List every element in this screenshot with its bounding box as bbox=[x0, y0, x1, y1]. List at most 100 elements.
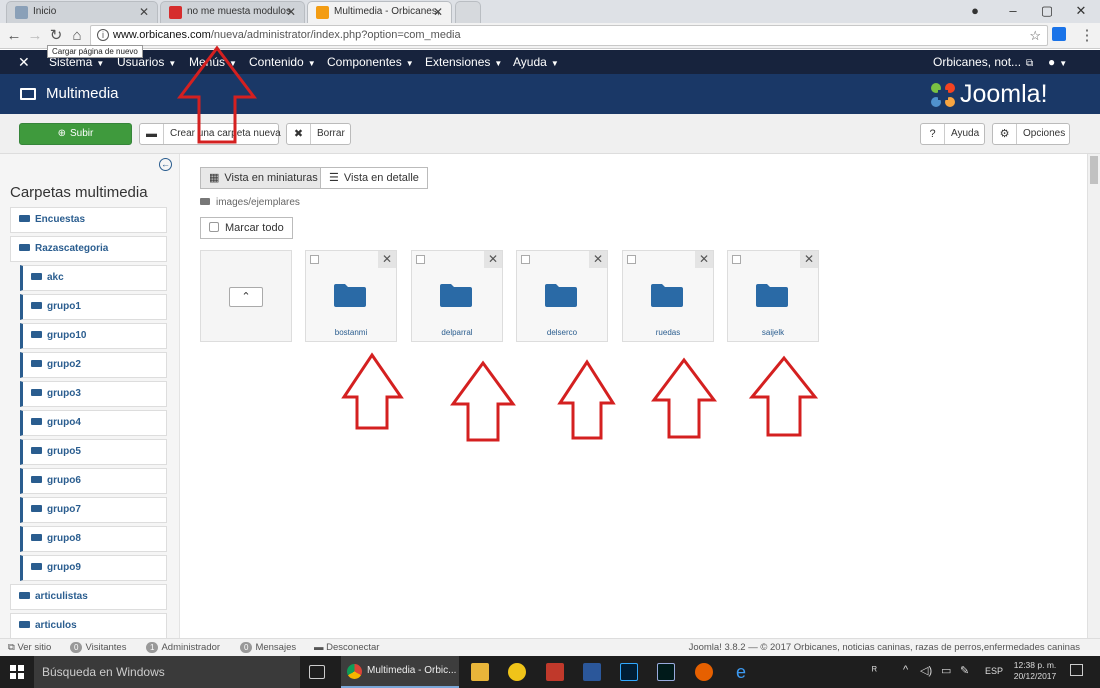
reload-icon[interactable]: ↻ bbox=[47, 26, 65, 46]
upload-button[interactable]: ⊕ Subir bbox=[19, 123, 132, 145]
folder-name[interactable]: ruedas bbox=[623, 328, 713, 337]
taskbar-chrome-app[interactable]: Multimedia - Orbic... bbox=[341, 656, 459, 688]
edge-icon[interactable]: e bbox=[732, 663, 750, 681]
delete-icon[interactable]: ✕ bbox=[484, 251, 502, 268]
folder-name[interactable]: saijelk bbox=[728, 328, 818, 337]
chevron-up-icon[interactable]: ^ bbox=[903, 664, 908, 676]
network-icon[interactable]: ▭ bbox=[941, 664, 951, 677]
sidebar-item-grupo7[interactable]: grupo7 bbox=[20, 497, 167, 523]
select-checkbox[interactable] bbox=[310, 255, 319, 264]
messages-status[interactable]: 0 Mensajes bbox=[240, 639, 296, 656]
collapse-sidebar-icon[interactable]: ← bbox=[159, 158, 172, 171]
window-close-icon[interactable]: ✕ bbox=[1066, 0, 1096, 22]
menu-ayuda[interactable]: Ayuda ▼ bbox=[513, 50, 559, 76]
sidebar-item-grupo2[interactable]: grupo2 bbox=[20, 352, 167, 378]
chevron-up-icon[interactable]: ⌃ bbox=[229, 287, 263, 307]
sidebar-item-grupo3[interactable]: grupo3 bbox=[20, 381, 167, 407]
clock[interactable]: 12:38 p. m. 20/12/2017 bbox=[1010, 660, 1060, 682]
tab-thumbnails-view[interactable]: ▦ Vista en miniaturas bbox=[200, 167, 327, 189]
notifications-icon[interactable] bbox=[1070, 664, 1083, 676]
sidebar-item-grupo1[interactable]: grupo1 bbox=[20, 294, 167, 320]
site-link[interactable]: Orbicanes, not... ⧉ bbox=[933, 50, 1033, 76]
options-button[interactable]: ⚙ Opciones bbox=[992, 123, 1070, 145]
browser-tab-inicio[interactable]: Inicio ✕ bbox=[6, 1, 158, 23]
task-view-icon[interactable] bbox=[309, 665, 325, 679]
menu-contenido[interactable]: Contenido ▼ bbox=[249, 50, 316, 76]
sidebar-item-grupo8[interactable]: grupo8 bbox=[20, 526, 167, 552]
sidebar-item-articulos[interactable]: articulos bbox=[10, 613, 167, 638]
folder-tile-delparral[interactable]: ✕ delparral bbox=[411, 250, 503, 342]
select-checkbox[interactable] bbox=[416, 255, 425, 264]
app-icon[interactable] bbox=[546, 663, 564, 681]
photoshop-icon[interactable] bbox=[620, 663, 638, 681]
select-checkbox[interactable] bbox=[521, 255, 530, 264]
sidebar-item-akc[interactable]: akc bbox=[20, 265, 167, 291]
sidebar-item-grupo9[interactable]: grupo9 bbox=[20, 555, 167, 581]
back-icon[interactable]: ← bbox=[5, 26, 23, 46]
close-icon[interactable]: ✕ bbox=[286, 2, 296, 22]
maximize-icon[interactable]: ▢ bbox=[1032, 0, 1062, 22]
info-icon[interactable]: i bbox=[97, 29, 109, 41]
lightroom-icon[interactable] bbox=[657, 663, 675, 681]
menu-icon[interactable]: ⋮ bbox=[1078, 26, 1096, 46]
minimize-icon[interactable]: – bbox=[998, 0, 1028, 22]
browser-tab-multimedia[interactable]: Multimedia - Orbicanes, ✕ bbox=[307, 1, 452, 23]
browser-tab-forum[interactable]: no me muesta modulos ✕ bbox=[160, 1, 305, 23]
sidebar-item-grupo6[interactable]: grupo6 bbox=[20, 468, 167, 494]
volume-icon[interactable]: ◁) bbox=[920, 664, 932, 677]
language-indicator[interactable]: ESP bbox=[985, 666, 1003, 676]
folder-name[interactable]: delserco bbox=[517, 328, 607, 337]
home-icon[interactable]: ⌂ bbox=[68, 26, 86, 46]
create-folder-button[interactable]: ▬ Crear una carpeta nueva bbox=[139, 123, 281, 145]
app-icon[interactable] bbox=[508, 663, 526, 681]
tab-detail-view[interactable]: ☰ Vista en detalle bbox=[320, 167, 428, 189]
user-menu[interactable]: ● ▼ bbox=[1048, 50, 1067, 76]
delete-button[interactable]: ✖ Borrar bbox=[286, 123, 351, 145]
logout-link[interactable]: ▬ Desconectar bbox=[314, 639, 379, 656]
delete-icon[interactable]: ✕ bbox=[800, 251, 818, 268]
pen-icon[interactable]: ✎ bbox=[960, 664, 969, 677]
menu-extensiones[interactable]: Extensiones ▼ bbox=[425, 50, 502, 76]
folder-tile-ruedas[interactable]: ✕ ruedas bbox=[622, 250, 714, 342]
scrollbar-thumb[interactable] bbox=[1090, 156, 1098, 184]
view-site-link[interactable]: ⧉ Ver sitio bbox=[8, 639, 51, 656]
firefox-icon[interactable] bbox=[695, 663, 713, 681]
people-icon[interactable]: ᴿ bbox=[872, 665, 877, 677]
url-input[interactable]: i www.orbicanes.com/nueva/administrator/… bbox=[90, 25, 1048, 46]
sidebar-item-grupo10[interactable]: grupo10 bbox=[20, 323, 167, 349]
delete-icon[interactable]: ✕ bbox=[378, 251, 396, 268]
delete-icon[interactable]: ✕ bbox=[695, 251, 713, 268]
admins-status[interactable]: 1 Administrador bbox=[146, 639, 220, 656]
menu-menus[interactable]: Menús ▼ bbox=[189, 50, 237, 76]
folder-tile-bostanmi[interactable]: ✕ bostanmi bbox=[305, 250, 397, 342]
folder-tile-saijelk[interactable]: ✕ saijelk bbox=[727, 250, 819, 342]
help-button[interactable]: ? Ayuda bbox=[920, 123, 985, 145]
select-checkbox[interactable] bbox=[732, 255, 741, 264]
forward-icon[interactable]: → bbox=[26, 26, 44, 46]
close-icon[interactable]: ✕ bbox=[139, 2, 149, 22]
windows-start-icon[interactable] bbox=[10, 665, 24, 679]
mark-all-button[interactable]: Marcar todo bbox=[200, 217, 293, 239]
taskbar-search[interactable]: Búsqueda en Windows bbox=[34, 656, 300, 688]
delete-icon[interactable]: ✕ bbox=[589, 251, 607, 268]
close-icon[interactable]: ✕ bbox=[433, 2, 443, 22]
new-tab-button[interactable] bbox=[455, 1, 481, 23]
sidebar-item-encuestas[interactable]: Encuestas bbox=[10, 207, 167, 233]
parent-folder-tile[interactable]: ⌃ bbox=[200, 250, 292, 342]
select-checkbox[interactable] bbox=[627, 255, 636, 264]
joomla-icon[interactable]: ✕ bbox=[18, 50, 30, 74]
profile-icon[interactable]: ● bbox=[960, 0, 990, 22]
star-icon[interactable]: ☆ bbox=[1029, 26, 1041, 45]
sidebar-item-razascategoria[interactable]: Razascategoria bbox=[10, 236, 167, 262]
folder-name[interactable]: bostanmi bbox=[306, 328, 396, 337]
file-explorer-icon[interactable] bbox=[471, 663, 489, 681]
folder-name[interactable]: delparral bbox=[412, 328, 502, 337]
word-icon[interactable] bbox=[583, 663, 601, 681]
menu-componentes[interactable]: Componentes ▼ bbox=[327, 50, 414, 76]
folder-tile-delserco[interactable]: ✕ delserco bbox=[516, 250, 608, 342]
sidebar-item-grupo5[interactable]: grupo5 bbox=[20, 439, 167, 465]
page-scrollbar[interactable] bbox=[1087, 154, 1100, 638]
extension-icon[interactable] bbox=[1052, 27, 1066, 41]
visitors-status[interactable]: 0 Visitantes bbox=[70, 639, 126, 656]
sidebar-item-grupo4[interactable]: grupo4 bbox=[20, 410, 167, 436]
